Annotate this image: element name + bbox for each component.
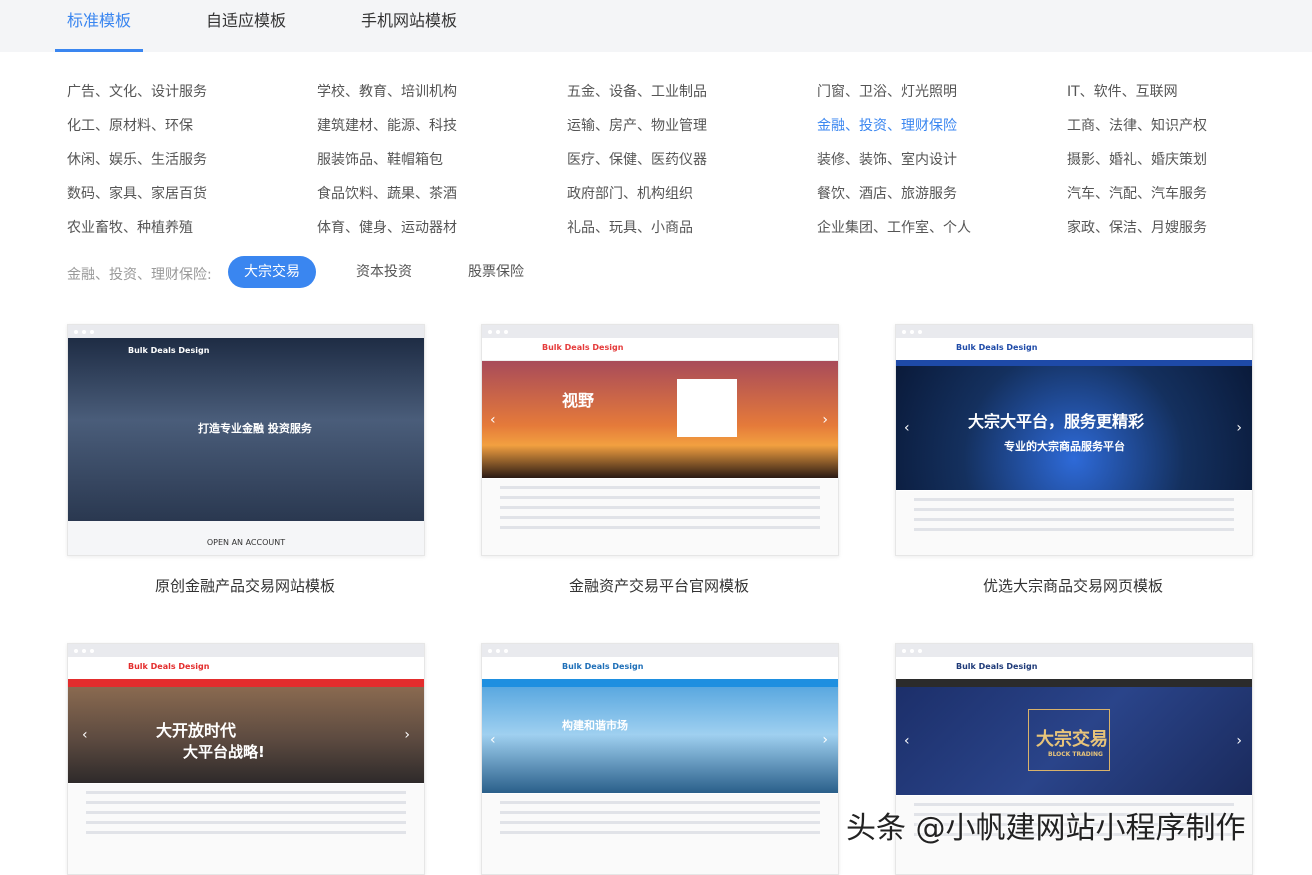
watermark: 头条 @小帆建网站小程序制作: [846, 811, 1246, 846]
browser-chrome: [482, 325, 838, 338]
subcategory-label: 金融、投资、理财保险:: [67, 267, 212, 283]
category-item[interactable]: 数码、家具、家居百货: [67, 183, 207, 203]
browser-chrome: [68, 644, 424, 657]
preview-content: [896, 491, 1252, 555]
banner-subtext: 大平台战略!: [183, 743, 265, 761]
chevron-right-icon: ›: [1236, 420, 1242, 436]
template-logo: Bulk Deals Design: [956, 343, 1038, 352]
preview-header: Bulk Deals Design: [68, 657, 424, 687]
chevron-right-icon: ›: [1236, 733, 1242, 749]
template-preview: 大宗大平台，服务更精彩 专业的大宗商品服务平台 ‹ ›: [896, 366, 1252, 490]
banner-text: 大宗交易: [1036, 729, 1108, 750]
subcategory-stock-insurance[interactable]: 股票保险: [468, 256, 524, 288]
chevron-right-icon: ›: [822, 732, 828, 748]
category-item[interactable]: 运输、房产、物业管理: [567, 115, 707, 135]
category-item[interactable]: 餐饮、酒店、旅游服务: [817, 183, 957, 203]
preview-header: Bulk Deals Design: [482, 657, 838, 687]
preview-footer: OPEN AN ACCOUNT: [68, 521, 424, 555]
template-logo: Bulk Deals Design: [956, 662, 1038, 671]
category-item-finance[interactable]: 金融、投资、理财保险: [817, 115, 957, 135]
banner-text: 大宗大平台，服务更精彩: [968, 412, 1145, 431]
chevron-left-icon: ‹: [904, 733, 910, 749]
category-item[interactable]: 五金、设备、工业制品: [567, 81, 707, 101]
category-item[interactable]: 学校、教育、培训机构: [317, 81, 457, 101]
category-item[interactable]: 体育、健身、运动器材: [317, 217, 457, 237]
preview-header: Bulk Deals Design: [482, 338, 838, 361]
banner-text: 打造专业金融 投资服务: [198, 422, 312, 435]
browser-chrome: [482, 644, 838, 657]
template-title[interactable]: 金融资产交易平台官网模板: [481, 575, 837, 596]
template-preview: 视野 ‹ ›: [482, 361, 838, 478]
tab-responsive[interactable]: 自适应模板: [206, 0, 286, 52]
browser-chrome: [896, 325, 1252, 338]
template-logo: Bulk Deals Design: [562, 662, 644, 671]
template-card[interactable]: Bulk Deals Design 构建和谐市场 ‹ ›: [481, 643, 839, 875]
template-preview: Bulk Deals Design 打造专业金融 投资服务: [68, 338, 424, 521]
chevron-left-icon: ‹: [490, 732, 496, 748]
tab-standard[interactable]: 标准模板: [67, 0, 131, 52]
chevron-left-icon: ‹: [82, 727, 88, 743]
category-item[interactable]: 服装饰品、鞋帽箱包: [317, 149, 443, 169]
category-item[interactable]: 汽车、汽配、汽车服务: [1067, 183, 1207, 203]
template-logo: Bulk Deals Design: [128, 662, 210, 671]
banner-text: 大开放时代: [156, 721, 237, 740]
template-card[interactable]: Bulk Deals Design 打造专业金融 投资服务 OPEN AN AC…: [67, 324, 425, 556]
category-item[interactable]: IT、软件、互联网: [1067, 81, 1178, 101]
template-card[interactable]: Bulk Deals Design 视野 ‹ ›: [481, 324, 839, 556]
tab-mobile[interactable]: 手机网站模板: [361, 0, 457, 52]
login-box: [677, 379, 737, 437]
template-logo: Bulk Deals Design: [128, 346, 210, 355]
banner-subtext: 专业的大宗商品服务平台: [1004, 440, 1125, 453]
template-type-tabs: 标准模板 自适应模板 手机网站模板: [0, 0, 1312, 52]
category-item[interactable]: 政府部门、机构组织: [567, 183, 693, 203]
subcategory-capital-investment[interactable]: 资本投资: [356, 256, 412, 288]
browser-chrome: [896, 644, 1252, 657]
preview-header: Bulk Deals Design: [896, 338, 1252, 366]
preview-header: Bulk Deals Design: [896, 657, 1252, 687]
category-item[interactable]: 建筑建材、能源、科技: [317, 115, 457, 135]
chevron-left-icon: ‹: [490, 411, 496, 428]
category-item[interactable]: 休闲、娱乐、生活服务: [67, 149, 207, 169]
category-item[interactable]: 农业畜牧、种植养殖: [67, 217, 193, 237]
template-title[interactable]: 原创金融产品交易网站模板: [67, 575, 423, 596]
template-card[interactable]: Bulk Deals Design 大开放时代 大平台战略! ‹ ›: [67, 643, 425, 875]
template-logo: Bulk Deals Design: [542, 343, 624, 352]
preview-content: [482, 794, 838, 874]
category-item[interactable]: 医疗、保健、医药仪器: [567, 149, 707, 169]
preview-content: [482, 479, 838, 555]
banner-subtext: BLOCK TRADING: [1048, 751, 1103, 758]
chevron-left-icon: ‹: [904, 420, 910, 436]
chevron-right-icon: ›: [404, 727, 410, 743]
category-item[interactable]: 企业集团、工作室、个人: [817, 217, 971, 237]
banner-text: 视野: [562, 391, 595, 410]
category-item[interactable]: 广告、文化、设计服务: [67, 81, 207, 101]
category-item[interactable]: 礼品、玩具、小商品: [567, 217, 693, 237]
chevron-right-icon: ›: [822, 411, 828, 428]
browser-chrome: [68, 325, 424, 338]
category-item[interactable]: 工商、法律、知识产权: [1067, 115, 1207, 135]
category-item[interactable]: 食品饮料、蔬果、茶酒: [317, 183, 457, 203]
preview-content: [68, 784, 424, 874]
subcategory-bulk-trade[interactable]: 大宗交易: [228, 256, 316, 288]
template-title[interactable]: 优选大宗商品交易网页模板: [895, 575, 1251, 596]
banner-text: 构建和谐市场: [562, 719, 628, 732]
template-preview: 大宗交易 BLOCK TRADING ‹ ›: [896, 687, 1252, 795]
category-item[interactable]: 家政、保洁、月嫂服务: [1067, 217, 1207, 237]
category-item[interactable]: 装修、装饰、室内设计: [817, 149, 957, 169]
template-card[interactable]: Bulk Deals Design 大宗大平台，服务更精彩 专业的大宗商品服务平…: [895, 324, 1253, 556]
category-item[interactable]: 门窗、卫浴、灯光照明: [817, 81, 957, 101]
tab-active-indicator: [55, 49, 143, 52]
category-item[interactable]: 摄影、婚礼、婚庆策划: [1067, 149, 1207, 169]
template-preview: 大开放时代 大平台战略! ‹ ›: [68, 687, 424, 783]
template-preview: 构建和谐市场 ‹ ›: [482, 687, 838, 793]
category-item[interactable]: 化工、原材料、环保: [67, 115, 193, 135]
